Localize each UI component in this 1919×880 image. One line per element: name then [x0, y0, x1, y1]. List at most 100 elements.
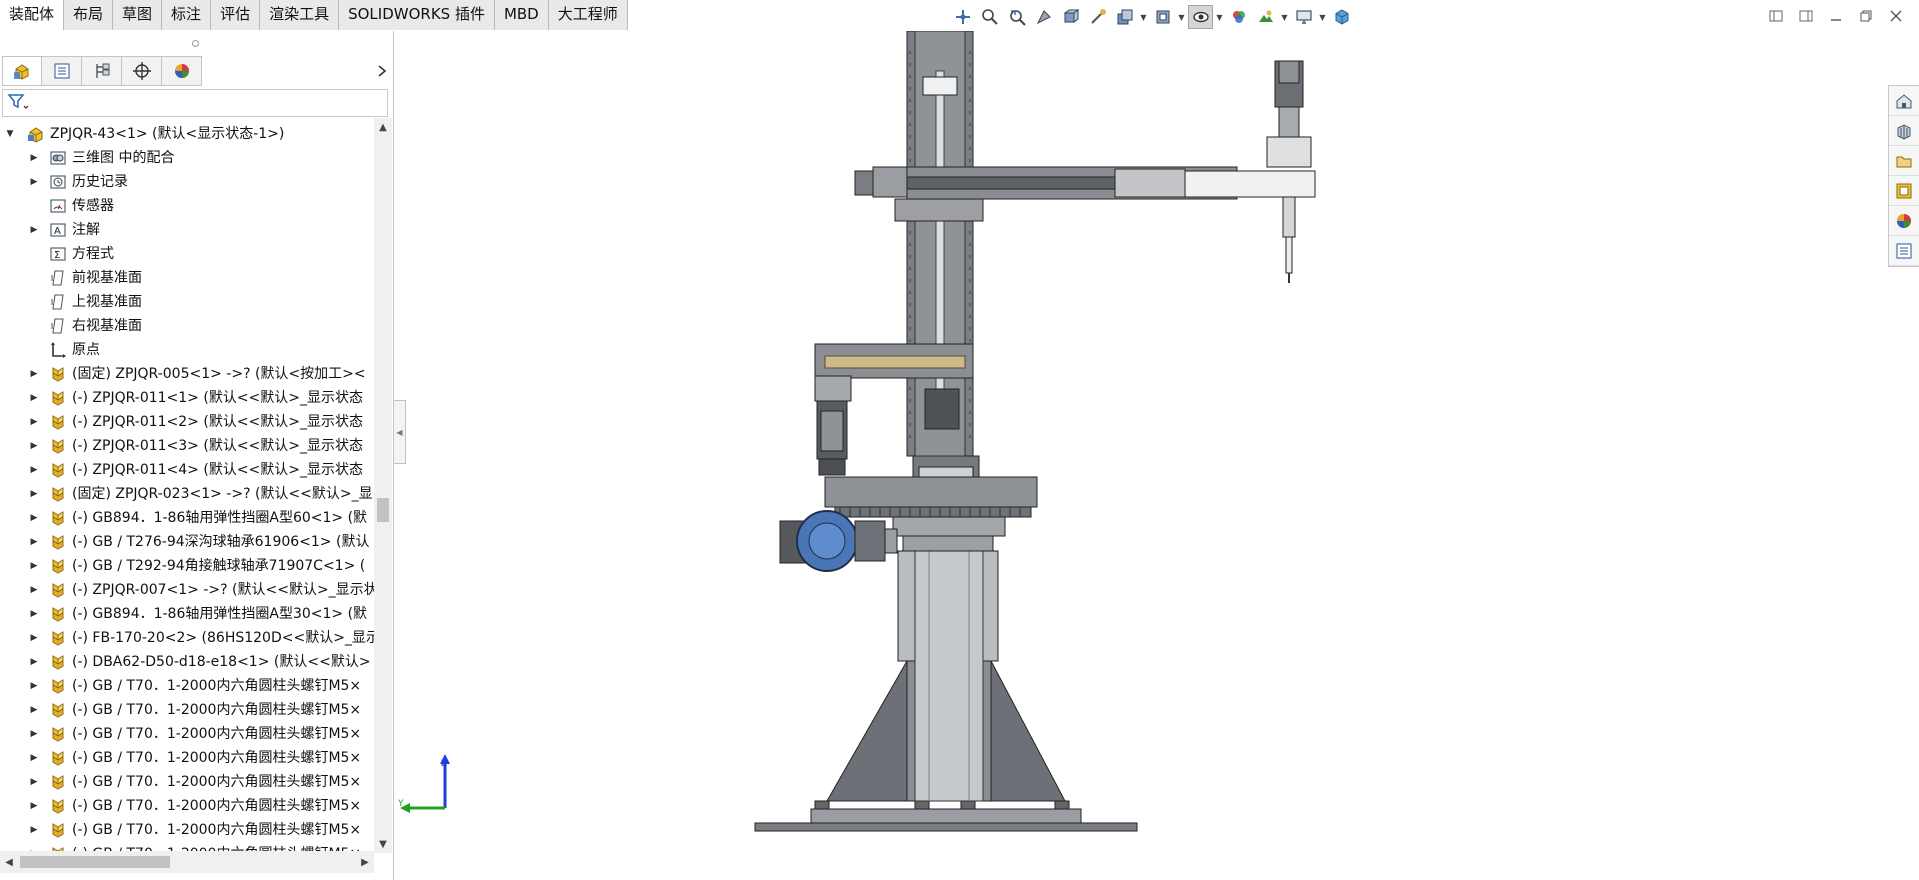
tree-component[interactable]: ▶ (-) GB / T70．1-2000内六角圆柱头螺钉M5×: [0, 698, 374, 722]
tree-component[interactable]: ▶ (固定) ZPJQR-023<1> ->? (默认<<默认>_显: [0, 482, 374, 506]
command-tab[interactable]: MBD: [494, 0, 549, 30]
scroll-left-icon[interactable]: ◀: [0, 851, 18, 873]
view-settings-dropdown[interactable]: ▼: [1215, 5, 1224, 29]
view-palette-icon[interactable]: [1889, 176, 1919, 206]
view-settings-icon[interactable]: [1188, 5, 1213, 29]
tree-component[interactable]: ▶ (-) ZPJQR-011<2> (默认<<默认>_显示状态: [0, 410, 374, 434]
expand-arrow-icon[interactable]: ▶: [27, 146, 41, 170]
feature-manager-tab[interactable]: [2, 56, 42, 86]
tree-folder[interactable]: 右视基准面: [0, 314, 374, 338]
expand-arrow-icon[interactable]: ▶: [27, 410, 41, 434]
expand-arrow-icon[interactable]: ▶: [27, 170, 41, 194]
custom-properties-icon[interactable]: [1889, 236, 1919, 266]
dynamic-annotation-icon[interactable]: [1085, 5, 1110, 29]
display-manager-tab[interactable]: [162, 56, 202, 86]
graphics-area[interactable]: [395, 31, 1885, 880]
expand-arrow-icon[interactable]: ▶: [27, 746, 41, 770]
tree-component[interactable]: ▶ (-) ZPJQR-011<1> (默认<<默认>_显示状态: [0, 386, 374, 410]
display-style-icon[interactable]: [1112, 5, 1137, 29]
command-tab[interactable]: 装配体: [0, 0, 65, 30]
minimize-icon[interactable]: [1825, 5, 1847, 27]
expand-arrow-icon[interactable]: ▶: [27, 554, 41, 578]
expand-arrow-icon[interactable]: ▶: [27, 602, 41, 626]
hide-show-items-icon[interactable]: [1150, 5, 1175, 29]
scroll-up-icon[interactable]: ▲: [374, 118, 392, 136]
expand-arrow-icon[interactable]: ▶: [27, 434, 41, 458]
expand-arrow-icon[interactable]: ▶: [27, 770, 41, 794]
close-icon[interactable]: [1885, 5, 1907, 27]
tree-vertical-scrollbar[interactable]: ▲ ▼: [374, 118, 392, 853]
dimxpert-tab[interactable]: [122, 56, 162, 86]
tree-component[interactable]: ▶ (-) GB / T70．1-2000内六角圆柱头螺钉M5×: [0, 818, 374, 842]
expand-arrow-icon[interactable]: ▶: [27, 530, 41, 554]
file-explorer-icon[interactable]: [1889, 146, 1919, 176]
tree-component[interactable]: ▶ (-) GB / T70．1-2000内六角圆柱头螺钉M5×: [0, 674, 374, 698]
vertical-scroll-thumb[interactable]: [377, 498, 389, 522]
zoom-to-fit-icon[interactable]: [950, 5, 975, 29]
expand-arrow-icon[interactable]: ▶: [27, 722, 41, 746]
command-tab[interactable]: 草图: [113, 0, 163, 30]
expand-arrow-icon[interactable]: ▶: [27, 626, 41, 650]
expand-arrow-icon[interactable]: ▶: [27, 386, 41, 410]
property-manager-tab[interactable]: [42, 56, 82, 86]
tree-folder[interactable]: 前视基准面: [0, 266, 374, 290]
section-view-icon[interactable]: [1031, 5, 1056, 29]
panel-grip-icon[interactable]: [192, 40, 199, 47]
design-library-icon[interactable]: [1889, 116, 1919, 146]
tree-component[interactable]: ▶ (-) GB / T292-94角接触球轴承71907C<1> (: [0, 554, 374, 578]
tree-component[interactable]: ▶ (-) ZPJQR-011<3> (默认<<默认>_显示状态: [0, 434, 374, 458]
tree-folder[interactable]: ▶ 三维图 中的配合: [0, 146, 374, 170]
expand-arrow-icon[interactable]: ▶: [27, 650, 41, 674]
tree-component[interactable]: ▶ (-) GB / T70．1-2000内六角圆柱头螺钉M5×: [0, 746, 374, 770]
tree-filter[interactable]: [2, 89, 388, 117]
tree-folder[interactable]: ▶ A 注解: [0, 218, 374, 242]
tree-component[interactable]: ▶ (-) GB / T276-94深沟球轴承61906<1> (默认: [0, 530, 374, 554]
tree-folder[interactable]: 传感器: [0, 194, 374, 218]
collapse-arrow-icon[interactable]: ▼: [3, 122, 17, 146]
restore-icon[interactable]: [1855, 5, 1877, 27]
tree-folder[interactable]: 原点: [0, 338, 374, 362]
scroll-down-icon[interactable]: ▼: [374, 835, 392, 853]
expand-arrow-icon[interactable]: ▶: [27, 578, 41, 602]
expand-arrow-icon[interactable]: ▶: [27, 362, 41, 386]
tree-component[interactable]: ▶ (-) DBA62-D50-d18-e18<1> (默认<<默认>: [0, 650, 374, 674]
panel-tabs-more-icon[interactable]: [372, 60, 392, 82]
expand-arrow-icon[interactable]: ▶: [27, 482, 41, 506]
zoom-to-area-icon[interactable]: [977, 5, 1002, 29]
apply-scene-dropdown[interactable]: ▼: [1280, 5, 1289, 29]
view-cube-icon[interactable]: [1329, 5, 1354, 29]
tree-horizontal-scrollbar[interactable]: ◀ ▶: [0, 851, 374, 873]
command-tab[interactable]: 大工程师: [548, 0, 628, 30]
tile-left-icon[interactable]: [1765, 5, 1787, 27]
scroll-right-icon[interactable]: ▶: [356, 851, 374, 873]
expand-arrow-icon[interactable]: ▶: [27, 218, 41, 242]
expand-arrow-icon[interactable]: ▶: [27, 506, 41, 530]
previous-view-icon[interactable]: [1004, 5, 1029, 29]
tree-component[interactable]: ▶ (-) ZPJQR-011<4> (默认<<默认>_显示状态: [0, 458, 374, 482]
expand-arrow-icon[interactable]: ▶: [27, 698, 41, 722]
appearances-icon[interactable]: [1889, 206, 1919, 236]
tree-component[interactable]: ▶ (-) GB894．1-86轴用弹性挡圈A型30<1> (默: [0, 602, 374, 626]
command-tab[interactable]: 布局: [64, 0, 114, 30]
tree-folder[interactable]: ▶ 历史记录: [0, 170, 374, 194]
tree-component[interactable]: ▶ (-) GB / T70．1-2000内六角圆柱头螺钉M5×: [0, 770, 374, 794]
command-tab[interactable]: 评估: [211, 0, 261, 30]
tree-component[interactable]: ▶ (-) FB-170-20<2> (86HS120D<<默认>_显示: [0, 626, 374, 650]
horizontal-scroll-thumb[interactable]: [20, 856, 170, 868]
command-tab[interactable]: SOLIDWORKS 插件: [339, 0, 495, 30]
tree-component[interactable]: ▶ (-) GB / T70．1-2000内六角圆柱头螺钉M5×: [0, 794, 374, 818]
tree-folder[interactable]: Σ 方程式: [0, 242, 374, 266]
view-monitor-dropdown[interactable]: ▼: [1318, 5, 1327, 29]
apply-scene-icon[interactable]: [1253, 5, 1278, 29]
expand-arrow-icon[interactable]: ▶: [27, 794, 41, 818]
tree-component[interactable]: ▶ (-) ZPJQR-007<1> ->? (默认<<默认>_显示状: [0, 578, 374, 602]
tree-component[interactable]: ▶ (-) GB894．1-86轴用弹性挡圈A型60<1> (默: [0, 506, 374, 530]
tile-right-icon[interactable]: [1795, 5, 1817, 27]
display-style-dropdown[interactable]: ▼: [1139, 5, 1148, 29]
expand-arrow-icon[interactable]: ▶: [27, 674, 41, 698]
tree-component[interactable]: ▶ (-) GB / T70．1-2000内六角圆柱头螺钉M5×: [0, 722, 374, 746]
view-monitor-icon[interactable]: [1291, 5, 1316, 29]
view-orientation-icon[interactable]: [1058, 5, 1083, 29]
tree-root[interactable]: ▼ ZPJQR-43<1> (默认<显示状态-1>): [0, 122, 374, 146]
command-tab[interactable]: 标注: [162, 0, 212, 30]
